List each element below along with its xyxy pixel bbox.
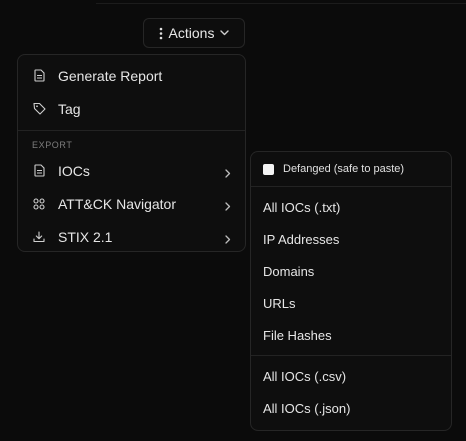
top-border-line bbox=[96, 3, 466, 4]
export-urls[interactable]: URLs bbox=[251, 287, 451, 319]
actions-button[interactable]: Actions bbox=[143, 18, 245, 48]
actions-menu: Generate Report Tag EXPORT IOCs ATT&CK N… bbox=[17, 54, 246, 252]
submenu-divider bbox=[251, 186, 451, 187]
chevron-down-icon bbox=[220, 30, 230, 36]
submenu-divider bbox=[251, 355, 451, 356]
export-all-iocs-json[interactable]: All IOCs (.json) bbox=[251, 392, 451, 424]
tag-icon bbox=[32, 102, 46, 116]
download-icon bbox=[32, 230, 46, 244]
menu-item-attack-navigator[interactable]: ATT&CK Navigator bbox=[22, 187, 241, 220]
export-file-hashes[interactable]: File Hashes bbox=[251, 319, 451, 351]
menu-item-label: STIX 2.1 bbox=[58, 228, 113, 245]
grid-icon bbox=[32, 197, 46, 211]
menu-item-generate-report[interactable]: Generate Report bbox=[22, 59, 241, 92]
export-ip-addresses[interactable]: IP Addresses bbox=[251, 223, 451, 255]
export-all-iocs-txt[interactable]: All IOCs (.txt) bbox=[251, 191, 451, 223]
chevron-right-icon bbox=[225, 231, 231, 247]
menu-item-label: Tag bbox=[58, 100, 81, 117]
menu-item-label: IOCs bbox=[58, 162, 90, 179]
iocs-submenu: Defanged (safe to paste) All IOCs (.txt)… bbox=[250, 151, 452, 431]
menu-divider bbox=[18, 130, 245, 131]
defanged-label: Defanged (safe to paste) bbox=[283, 163, 405, 175]
export-all-iocs-csv[interactable]: All IOCs (.csv) bbox=[251, 360, 451, 392]
defanged-checkbox[interactable] bbox=[263, 163, 274, 175]
more-vertical-icon bbox=[159, 27, 163, 40]
document-icon bbox=[32, 69, 46, 83]
menu-item-label: Generate Report bbox=[58, 67, 163, 84]
chevron-right-icon bbox=[225, 165, 231, 181]
export-section-label: EXPORT bbox=[32, 140, 73, 150]
menu-item-iocs[interactable]: IOCs bbox=[22, 154, 241, 187]
menu-item-label: ATT&CK Navigator bbox=[58, 195, 176, 212]
menu-item-tag[interactable]: Tag bbox=[22, 92, 241, 125]
actions-button-label: Actions bbox=[168, 25, 215, 41]
menu-item-stix[interactable]: STIX 2.1 bbox=[22, 220, 241, 253]
defanged-toggle-row[interactable]: Defanged (safe to paste) bbox=[251, 156, 451, 182]
document-icon bbox=[32, 164, 46, 178]
export-domains[interactable]: Domains bbox=[251, 255, 451, 287]
chevron-right-icon bbox=[225, 198, 231, 214]
